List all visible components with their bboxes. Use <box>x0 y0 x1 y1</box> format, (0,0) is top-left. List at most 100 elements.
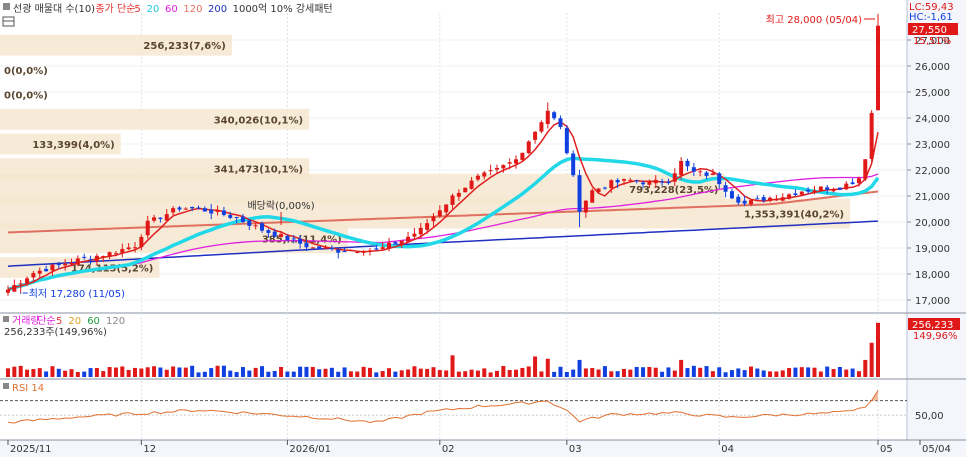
volume-bar <box>406 369 411 377</box>
volume-bar <box>94 367 99 377</box>
candle-body <box>736 196 741 203</box>
price-tick-label: 25,000 <box>915 88 950 99</box>
volume-bar <box>145 367 150 377</box>
candle-body <box>139 236 144 248</box>
candle-body <box>558 118 563 128</box>
candle-body <box>69 262 74 265</box>
candle-body <box>831 189 836 192</box>
volume-bar <box>704 366 709 377</box>
candle-body <box>710 173 715 175</box>
volume-bar <box>856 371 861 377</box>
volume-bar <box>660 371 665 377</box>
volume-bar <box>139 368 144 377</box>
volume-bar <box>380 371 385 377</box>
date-label: 03 <box>569 444 582 455</box>
candle-body <box>514 159 519 164</box>
volume-bar <box>514 369 519 377</box>
legend-price-item: 200 <box>208 4 227 15</box>
volume-bar <box>367 367 372 377</box>
candle-body <box>653 179 658 184</box>
candle-body <box>564 128 569 154</box>
candle-body <box>260 223 265 231</box>
volume-bar <box>107 367 112 377</box>
price-tick-label: 22,000 <box>915 166 950 177</box>
candle-body <box>279 234 284 237</box>
candle-body <box>44 268 49 272</box>
volume-bar <box>450 355 455 377</box>
candle-body <box>291 238 296 240</box>
volume-bar <box>679 359 684 377</box>
candle-body <box>571 153 576 176</box>
price-tick-label: 19,000 <box>915 244 950 255</box>
volume-badge-label: 256,233 <box>912 320 953 331</box>
candle-body <box>177 207 182 210</box>
candle-body <box>82 256 87 258</box>
volume-bar <box>583 368 588 377</box>
candle-body <box>190 206 195 209</box>
high-annotation: 최고 28,000 (05/04) <box>766 14 862 26</box>
legend-rsi-square-icon <box>3 383 9 389</box>
legend-price-item: 60 <box>165 4 178 15</box>
candle-body <box>228 214 233 218</box>
volume-bar <box>412 366 417 377</box>
candle-body <box>685 160 690 167</box>
candle-body <box>298 238 303 244</box>
volume-bar <box>539 371 544 377</box>
candle-body <box>209 209 214 214</box>
volume-bar <box>672 370 677 377</box>
candle-body <box>437 210 442 217</box>
candle-body <box>609 180 614 189</box>
volume-bar <box>317 369 322 377</box>
price-tick-label: 21,000 <box>915 192 950 203</box>
legend-price-item: 5 <box>134 4 140 15</box>
candle-body <box>63 263 68 266</box>
volume-bar <box>113 367 118 377</box>
candle-body <box>107 252 112 257</box>
candle-body <box>780 197 785 201</box>
candle-body <box>825 187 830 190</box>
volume-bar <box>628 369 633 377</box>
candle-body <box>590 190 595 203</box>
stock-chart[interactable]: 256,233(7,6%) 0(0,0%) 0(0,0%) 340,026(10,1%… <box>0 0 966 457</box>
volume-bar <box>279 366 284 377</box>
legend-volume-item: 단순 <box>37 315 55 327</box>
candle-body <box>577 175 582 212</box>
candle-body <box>336 249 341 253</box>
volume-bar <box>266 371 271 377</box>
volume-bar <box>88 368 93 377</box>
volume-profile-label: 793,228(23,5%) <box>629 185 718 196</box>
volume-bar <box>247 370 252 377</box>
volume-bar <box>444 370 449 377</box>
candle-body <box>145 220 150 236</box>
candle-body <box>247 220 252 226</box>
volume-bar <box>456 371 461 377</box>
price-tick-label: 20,000 <box>915 218 950 229</box>
volume-bar <box>799 367 804 377</box>
volume-profile-label: 133,399(4,0%) <box>32 140 114 151</box>
volume-bar <box>12 366 17 377</box>
volume-bar <box>463 371 468 377</box>
candle-body <box>374 248 379 250</box>
candle-body <box>380 247 385 249</box>
candle-body <box>768 197 773 201</box>
volume-bar <box>25 369 30 377</box>
volume-bar <box>653 367 658 377</box>
volume-bar <box>171 366 176 377</box>
volume-bar <box>82 371 87 377</box>
candle-body <box>704 172 709 176</box>
volume-bar <box>774 371 779 377</box>
candle-body <box>844 183 849 190</box>
volume-profile-label: 1,353,391(40,2%) <box>744 210 844 221</box>
volume-bar <box>6 368 10 377</box>
volume-bar <box>564 371 569 377</box>
candle-body <box>75 258 80 265</box>
candle-body <box>6 289 10 293</box>
candle-body <box>126 247 131 250</box>
volume-bar <box>228 370 233 377</box>
legend-volume-item: 거래량 <box>12 315 40 327</box>
candle-body <box>717 173 722 185</box>
volume-bar <box>75 371 80 377</box>
volume-bar <box>634 366 639 377</box>
volume-bar <box>647 366 652 377</box>
candle-body <box>463 187 468 193</box>
